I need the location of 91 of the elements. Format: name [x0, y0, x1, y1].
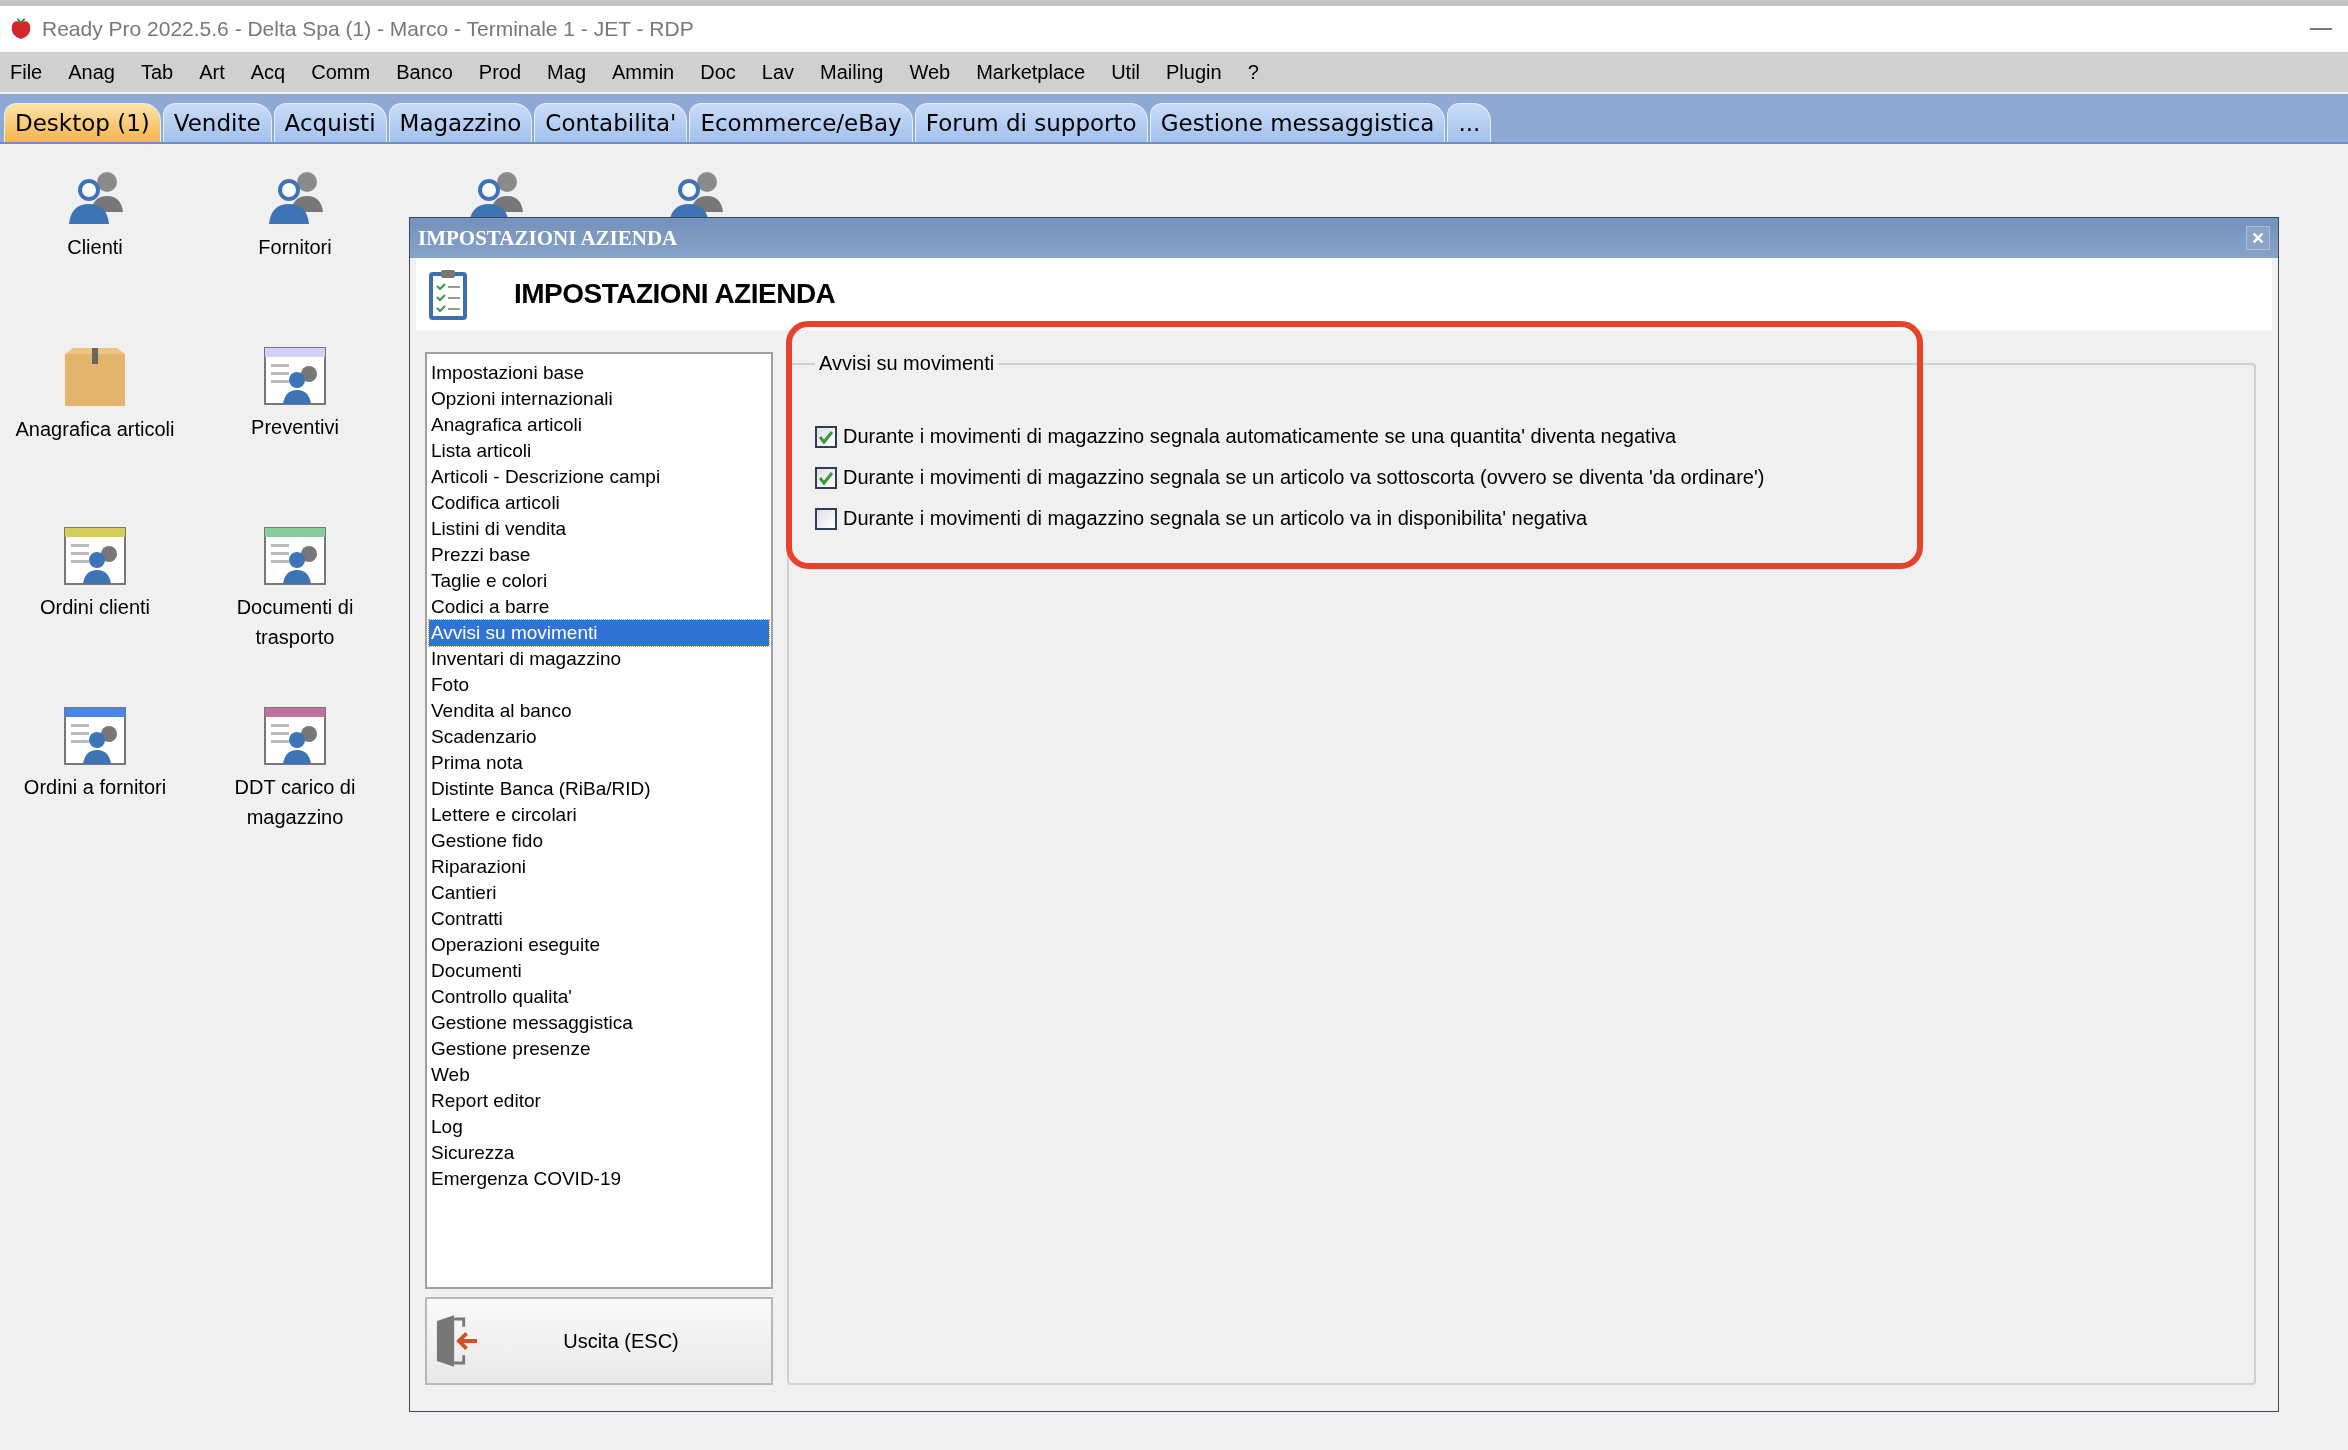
settings-list-item[interactable]: Gestione fido	[429, 828, 769, 854]
settings-list-item[interactable]: Vendita al banco	[429, 698, 769, 724]
settings-list-item[interactable]: Web	[429, 1062, 769, 1088]
settings-list-item[interactable]: Avvisi su movimenti	[429, 620, 769, 646]
settings-list-item[interactable]: Operazioni eseguite	[429, 932, 769, 958]
desktop-icon-label[interactable]: Preventivi	[251, 412, 339, 442]
menu-item[interactable]: Doc	[700, 60, 736, 84]
settings-list-item[interactable]: Listini di vendita	[429, 516, 769, 542]
settings-list-item[interactable]: Anagrafica articoli	[429, 412, 769, 438]
checkbox-label: Durante i movimenti di magazzino segnala automaticamente se una quantita' diventa negativa	[843, 425, 1677, 448]
tab[interactable]: Ecommerce/eBay	[689, 103, 913, 142]
clipboard-checklist-icon	[428, 268, 468, 320]
window-title: Ready Pro 2022.5.6 - Delta Spa (1) - Marco - Terminale 1 - JET - RDP	[42, 17, 695, 41]
desktop-icon-label[interactable]: Ordini clienti	[39, 592, 150, 622]
settings-list-item[interactable]: Impostazioni base	[429, 360, 769, 386]
settings-list-item[interactable]: Report editor	[429, 1088, 769, 1114]
settings-list-item[interactable]: Controllo qualita'	[429, 984, 769, 1010]
tab[interactable]: Gestione messaggistica	[1149, 103, 1446, 142]
desktop-icon-label[interactable]: Documenti di trasporto	[200, 592, 390, 652]
tab[interactable]: Acquisti	[273, 103, 387, 142]
menu-item[interactable]: Lav	[761, 60, 795, 84]
menu-item[interactable]: Prod	[478, 60, 522, 84]
tab[interactable]: Forum di supporto	[914, 103, 1148, 142]
exit-door-icon	[435, 1313, 479, 1369]
menu-item[interactable]: Banco	[396, 60, 453, 84]
menu-item[interactable]: Plugin	[1166, 60, 1222, 84]
settings-list-item[interactable]: Gestione presenze	[429, 1036, 769, 1062]
settings-list-item[interactable]: Gestione messaggistica	[429, 1010, 769, 1036]
menu-item[interactable]: Anag	[68, 60, 115, 84]
menu-item[interactable]: Acq	[250, 60, 286, 84]
checkbox[interactable]	[815, 507, 837, 530]
close-icon	[2251, 231, 2265, 245]
strawberry-logo-icon	[10, 17, 32, 41]
dialog-heading: IMPOSTAZIONI AZIENDA	[514, 278, 836, 310]
tab[interactable]: Contabilita'	[534, 103, 688, 142]
document-people-icon	[263, 526, 327, 586]
tab[interactable]: Vendite	[162, 103, 272, 142]
check-icon	[818, 469, 834, 486]
checkbox-label: Durante i movimenti di magazzino segnala se un articolo va sottoscorta (ovvero se diventa 'da ordinare')	[843, 466, 1765, 489]
tab[interactable]: Magazzino	[388, 103, 533, 142]
group-legend: Avvisi su movimenti	[815, 352, 999, 375]
document-people-icon	[263, 346, 327, 406]
menu-item[interactable]: Web	[909, 60, 951, 84]
desktop-icon-label[interactable]: Ordini a fornitori	[23, 772, 167, 802]
desktop-icon-label[interactable]: DDT carico di magazzino	[200, 772, 390, 832]
menu-item[interactable]: Util	[1111, 60, 1140, 84]
checkbox[interactable]	[815, 425, 837, 448]
box-icon	[63, 346, 127, 408]
settings-list-item[interactable]: Distinte Banca (RiBa/RID)	[429, 776, 769, 802]
settings-list-item[interactable]: Contratti	[429, 906, 769, 932]
settings-list-item[interactable]: Articoli - Descrizione campi	[429, 464, 769, 490]
document-people-icon	[263, 706, 327, 766]
exit-button[interactable]: Uscita (ESC)	[425, 1297, 773, 1385]
settings-list-item[interactable]: Sicurezza	[429, 1140, 769, 1166]
menu-item[interactable]: Mailing	[820, 60, 884, 84]
menu-item[interactable]: Art	[199, 60, 225, 84]
settings-list-item[interactable]: Documenti	[429, 958, 769, 984]
dialog-title: IMPOSTAZIONI AZIENDA	[418, 225, 678, 251]
tab[interactable]: ...	[1447, 103, 1492, 142]
settings-list-item[interactable]: Lettere e circolari	[429, 802, 769, 828]
settings-list-item[interactable]: Log	[429, 1114, 769, 1140]
close-button[interactable]	[2246, 226, 2270, 250]
settings-list-item[interactable]: Riparazioni	[429, 854, 769, 880]
settings-list-item[interactable]: Emergenza COVID-19	[429, 1166, 769, 1192]
menu-item[interactable]: Mag	[547, 60, 586, 84]
settings-list-item[interactable]: Lista articoli	[429, 438, 769, 464]
document-people-icon	[63, 706, 127, 766]
settings-list-item[interactable]: Opzioni internazionali	[429, 386, 769, 412]
check-icon	[818, 428, 834, 445]
settings-list-item[interactable]: Prezzi base	[429, 542, 769, 568]
menu-item[interactable]: ?	[1247, 60, 1259, 84]
settings-list-item[interactable]: Codifica articoli	[429, 490, 769, 516]
settings-list-item[interactable]: Foto	[429, 672, 769, 698]
menu-item[interactable]: Marketplace	[976, 60, 1086, 84]
menu-item[interactable]: Ammin	[612, 60, 675, 84]
menu-item[interactable]: File	[10, 60, 43, 84]
desktop-icon-label[interactable]: Fornitori	[258, 232, 332, 262]
desktop-icon-label[interactable]: Clienti	[67, 232, 123, 262]
settings-list-item[interactable]: Codici a barre	[429, 594, 769, 620]
settings-list-item[interactable]: Cantieri	[429, 880, 769, 906]
settings-list-item[interactable]: Inventari di magazzino	[429, 646, 769, 672]
menu-item[interactable]: Tab	[140, 60, 174, 84]
settings-list-item[interactable]: Prima nota	[429, 750, 769, 776]
settings-list-item[interactable]: Taglie e colori	[429, 568, 769, 594]
document-people-icon	[63, 526, 127, 586]
tab[interactable]: Desktop (1)	[4, 103, 161, 142]
checkbox-label: Durante i movimenti di magazzino segnala se un articolo va in disponibilita' negativa	[843, 507, 1588, 530]
desktop-icon-label[interactable]: Anagrafica articoli	[15, 414, 175, 444]
checkbox[interactable]	[815, 466, 837, 489]
menu-item[interactable]: Comm	[311, 60, 371, 84]
settings-list-item[interactable]: Scadenzario	[429, 724, 769, 750]
